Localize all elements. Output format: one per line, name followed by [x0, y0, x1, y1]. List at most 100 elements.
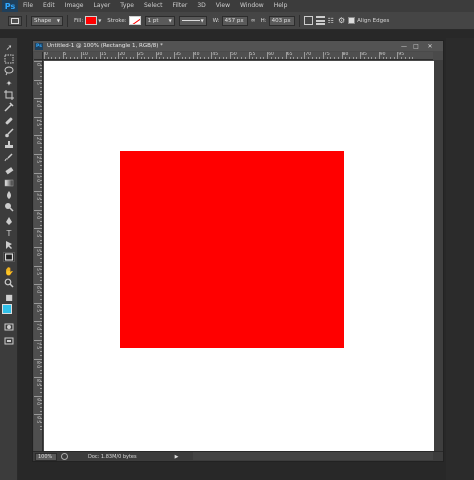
maximize-icon[interactable]: □ — [411, 42, 421, 50]
menu-layer[interactable]: Layer — [88, 0, 115, 12]
menu-help[interactable]: Help — [269, 0, 293, 12]
vertical-scrollbar[interactable] — [434, 60, 443, 451]
ruler-tick — [40, 161, 42, 163]
ruler-tick — [40, 313, 42, 315]
dodge-tool-icon[interactable] — [3, 202, 15, 212]
ruler-tick — [259, 57, 261, 59]
ruler-tick — [40, 373, 42, 375]
chevron-down-icon[interactable]: ▼ — [98, 18, 101, 23]
ruler-tick — [237, 57, 239, 59]
lasso-tool-icon[interactable] — [3, 66, 15, 76]
stroke-type-select[interactable]: ▼ — [178, 15, 207, 26]
ruler-tick — [40, 250, 42, 252]
foreground-color-swatch[interactable] — [2, 304, 12, 314]
brush-tool-icon[interactable] — [3, 128, 15, 138]
screen-mode-icon[interactable] — [3, 336, 15, 346]
type-tool-icon[interactable]: T — [3, 228, 15, 238]
menu-view[interactable]: View — [211, 0, 235, 12]
hand-tool-icon[interactable]: ✋ — [3, 266, 15, 276]
blur-tool-icon[interactable] — [3, 190, 15, 200]
path-alignment-icon[interactable] — [315, 16, 325, 25]
ruler-tick — [382, 57, 384, 59]
menu-select[interactable]: Select — [139, 0, 168, 12]
separator — [67, 14, 68, 27]
ruler-tick — [144, 57, 146, 59]
ruler-tick — [334, 57, 336, 59]
document-tab[interactable]: Ps Untitled-1 @ 100% (Rectangle 1, RGB/8… — [33, 41, 443, 51]
ruler-tick — [349, 57, 351, 59]
zoom-level-field[interactable]: 100% — [35, 452, 57, 461]
ruler-tick — [40, 232, 42, 234]
horizontal-scrollbar[interactable] — [193, 452, 433, 460]
menu-window[interactable]: Window — [235, 0, 269, 12]
ruler-tick — [203, 57, 205, 59]
gear-icon[interactable]: ⚙ — [338, 16, 345, 25]
photoshop-logo: Ps — [2, 0, 18, 12]
path-arrangement-icon[interactable]: ☷ — [328, 17, 334, 25]
canvas[interactable] — [44, 61, 434, 452]
status-menu-arrow-icon[interactable]: ▶ — [175, 454, 179, 460]
status-info-icon[interactable] — [61, 453, 68, 460]
pen-tool-icon[interactable] — [3, 216, 15, 226]
eyedropper-tool-icon[interactable] — [3, 102, 15, 112]
fill-color-swatch[interactable] — [85, 16, 98, 25]
rectangle-shape-layer[interactable] — [120, 151, 344, 348]
close-icon[interactable]: ✕ — [425, 42, 435, 50]
width-field[interactable]: 457 px — [221, 15, 248, 26]
eraser-tool-icon[interactable] — [3, 166, 15, 176]
menu-3d[interactable]: 3D — [192, 0, 210, 12]
vertical-ruler[interactable]: 051 01 52 02 53 03 54 04 55 05 56 06 57 … — [34, 60, 43, 451]
ruler-tick — [34, 209, 42, 211]
ruler-tick — [360, 52, 362, 59]
stroke-width-value: 1 pt — [147, 17, 159, 24]
marquee-tool-icon[interactable] — [3, 54, 15, 64]
minimize-icon[interactable]: — — [399, 42, 409, 50]
ruler-tick — [151, 57, 153, 59]
history-brush-tool-icon[interactable] — [3, 152, 15, 162]
ruler-tick — [40, 328, 42, 330]
height-field[interactable]: 403 px — [268, 15, 295, 26]
stroke-width-field[interactable]: 1 pt ▼ — [144, 15, 175, 26]
quick-select-tool-icon[interactable]: ✦ — [3, 78, 15, 88]
tool-preset-icon[interactable] — [8, 15, 22, 26]
ruler-tick — [159, 57, 161, 59]
ruler-tick — [40, 87, 42, 89]
default-colors-icon[interactable]: ■ — [3, 292, 15, 302]
ruler-tick — [170, 57, 172, 59]
ruler-tick — [137, 52, 138, 59]
menu-file[interactable]: File — [18, 0, 38, 12]
ruler-tick — [34, 135, 42, 137]
zoom-tool-icon[interactable] — [3, 278, 15, 288]
ruler-tick — [404, 57, 406, 59]
rectangle-tool-icon[interactable] — [3, 252, 15, 262]
ruler-tick — [40, 343, 42, 345]
clone-stamp-tool-icon[interactable] — [3, 140, 15, 150]
path-operations-icon[interactable] — [303, 16, 313, 25]
ruler-tick — [40, 261, 42, 263]
align-edges-label: Align Edges — [357, 17, 390, 24]
menu-edit[interactable]: Edit — [38, 0, 60, 12]
ruler-tick — [40, 235, 42, 237]
move-tool-icon[interactable]: ➚ — [3, 42, 15, 52]
horizontal-ruler[interactable]: 0 5 10 15 20 25 30 35 40 45 50 55 60 65 70 75 80 85 90 95 — [43, 52, 433, 60]
crop-tool-icon[interactable] — [3, 90, 15, 100]
menu-image[interactable]: Image — [60, 0, 89, 12]
menu-filter[interactable]: Filter — [168, 0, 193, 12]
ruler-tick — [40, 127, 42, 129]
quick-mask-icon[interactable] — [3, 322, 15, 332]
ruler-tick — [70, 57, 72, 59]
gradient-tool-icon[interactable] — [3, 178, 15, 188]
ruler-tick — [200, 57, 202, 59]
ruler-tick — [44, 52, 45, 59]
stroke-color-swatch[interactable] — [128, 16, 141, 25]
ruler-tick — [34, 172, 42, 174]
ruler-tick — [207, 57, 209, 59]
ruler-tick — [40, 198, 42, 200]
menu-type[interactable]: Type — [115, 0, 139, 12]
path-selection-tool-icon[interactable] — [3, 240, 15, 250]
tool-mode-select[interactable]: Shape ▼ — [31, 15, 63, 26]
healing-brush-tool-icon[interactable] — [3, 116, 15, 126]
link-icon[interactable]: ∞ — [251, 17, 256, 24]
ruler-corner[interactable] — [34, 52, 43, 60]
align-edges-checkbox[interactable] — [348, 17, 356, 24]
